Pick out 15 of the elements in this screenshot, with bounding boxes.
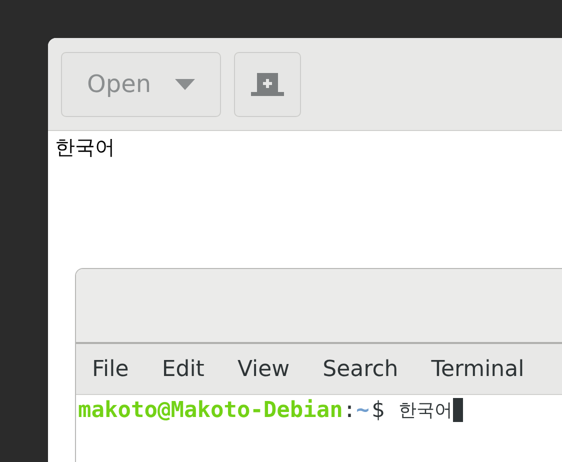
cursor <box>452 398 463 422</box>
prompt-separator: : <box>342 396 356 424</box>
prompt-symbol: $ <box>371 396 385 424</box>
prompt-path: ~ <box>356 396 370 424</box>
document-text: 한국어 <box>55 135 115 159</box>
menu-item[interactable]: File <box>92 352 129 386</box>
new-tab-icon <box>251 72 284 96</box>
menu-item[interactable]: Edit <box>162 352 204 386</box>
caret-icon <box>175 78 196 90</box>
menu-item[interactable]: Search <box>322 352 398 386</box>
prompt-user-host: makoto@Makoto-Debian <box>78 396 343 424</box>
menu-item[interactable]: View <box>237 352 290 386</box>
command-text: 한국어 <box>398 398 453 422</box>
menu-item[interactable]: Terminal <box>431 352 524 386</box>
new-tab-button[interactable] <box>234 52 301 116</box>
